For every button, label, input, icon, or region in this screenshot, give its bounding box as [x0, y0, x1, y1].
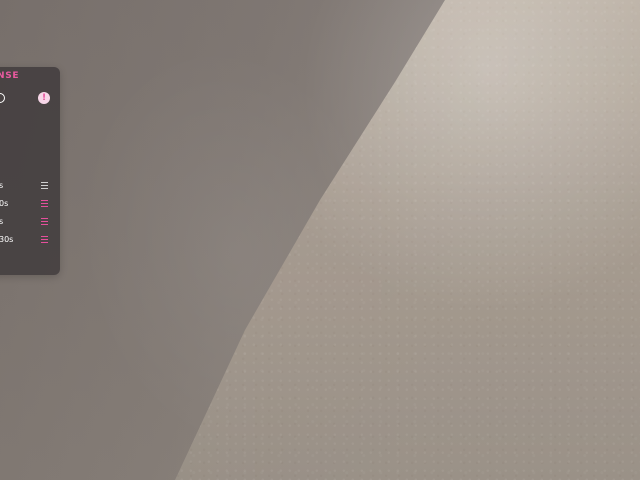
menu-icon[interactable] — [41, 200, 48, 208]
control-panel: NSE ! s 0s s 30s s s — [0, 67, 60, 275]
timer-row[interactable]: 0s — [0, 198, 57, 210]
brand-label: NSE — [0, 71, 20, 81]
info-button[interactable]: ! — [38, 92, 50, 104]
menu-icon[interactable] — [41, 182, 48, 190]
menu-icon[interactable] — [41, 218, 48, 226]
timer-row-label: s — [0, 181, 4, 190]
timer-row[interactable]: s — [0, 180, 57, 192]
timer-row[interactable]: 30s — [0, 234, 57, 246]
timer-row-label: 0s — [0, 199, 9, 208]
timer-row[interactable]: s — [0, 216, 57, 228]
timer-ring-icon[interactable] — [0, 93, 5, 103]
timer-row-label: s — [0, 217, 4, 226]
camera-view: NSE ! s 0s s 30s s s — [0, 0, 640, 480]
menu-icon[interactable] — [41, 236, 48, 244]
timer-row-label: 30s — [0, 235, 14, 244]
